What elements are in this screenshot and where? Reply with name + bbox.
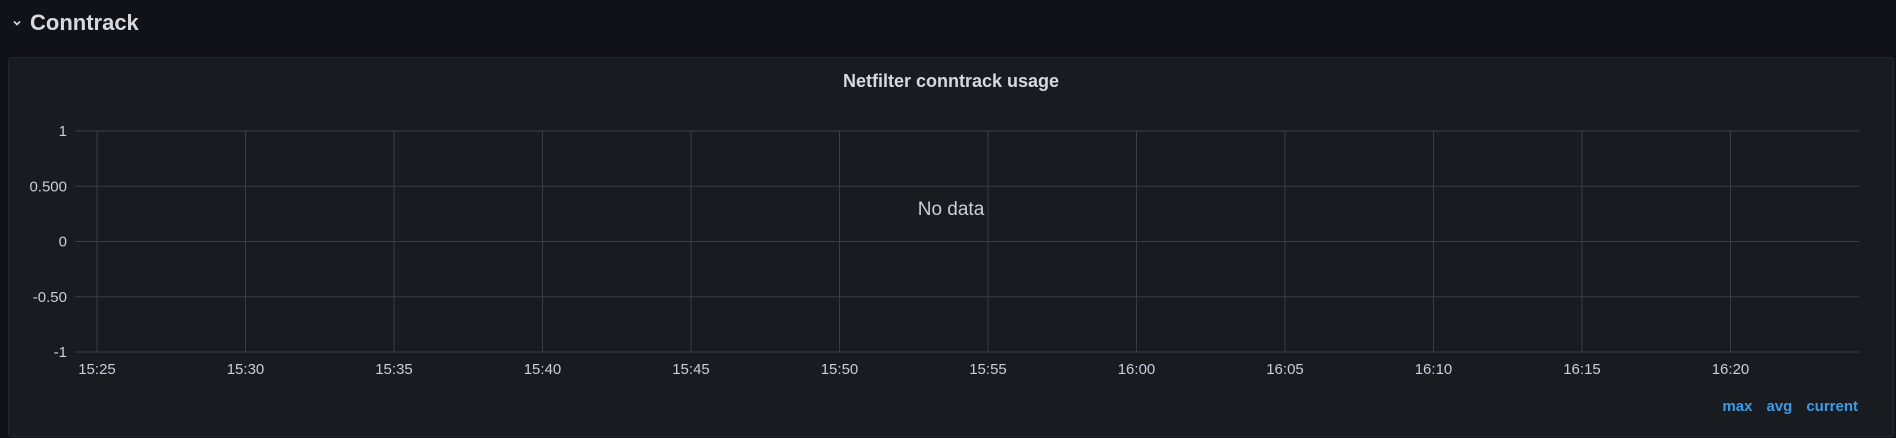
row-title: Conntrack — [30, 10, 139, 35]
x-tick-label: 15:45 — [672, 361, 710, 378]
y-tick-label: -0.50 — [33, 289, 67, 306]
x-tick-label: 15:55 — [969, 361, 1007, 378]
x-tick-label: 15:50 — [821, 361, 859, 378]
panel-netfilter-conntrack: Netfilter conntrack usage 1 0.500 0 -0.50 -1… — [8, 57, 1894, 437]
x-tick-label: 15:25 — [78, 361, 116, 378]
chevron-down-icon[interactable] — [10, 16, 24, 30]
x-tick-label: 16:10 — [1415, 361, 1453, 378]
x-tick-label: 16:20 — [1712, 361, 1750, 378]
no-data-label: No data — [918, 199, 985, 220]
x-tick-label: 16:00 — [1118, 361, 1156, 378]
y-tick-label: 0 — [59, 234, 67, 251]
row-header-conntrack[interactable]: Conntrack — [10, 8, 139, 38]
y-tick-label: 1 — [59, 123, 67, 140]
chart: 1 0.500 0 -0.50 -1 15:25 15:30 15:35 15:40 15:45 1… — [29, 123, 1859, 378]
y-tick-label: 0.500 — [29, 178, 67, 195]
x-tick-label: 16:15 — [1563, 361, 1601, 378]
y-tick-label: -1 — [54, 344, 67, 361]
legend-current-button[interactable]: current — [1806, 398, 1858, 415]
legend: max avg current — [1722, 398, 1858, 415]
x-tick-label: 16:05 — [1266, 361, 1304, 378]
x-tick-label: 15:35 — [375, 361, 413, 378]
x-tick-label: 15:30 — [227, 361, 265, 378]
legend-max-button[interactable]: max — [1722, 398, 1752, 415]
x-tick-label: 15:40 — [524, 361, 562, 378]
legend-avg-button[interactable]: avg — [1766, 398, 1792, 415]
